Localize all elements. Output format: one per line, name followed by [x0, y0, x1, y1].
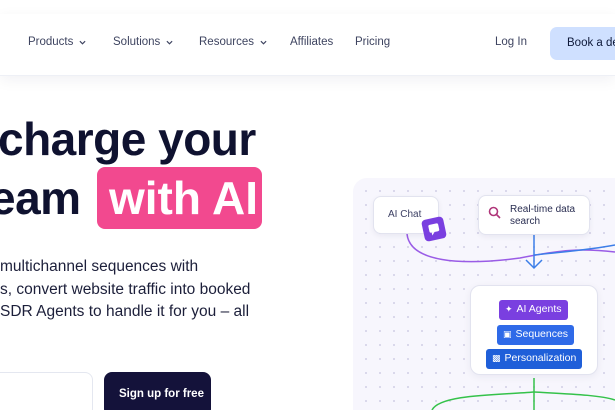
- sequences-label: Sequences: [515, 328, 569, 340]
- ai-agents-chip: ✦ AI Agents: [499, 300, 568, 320]
- search-icon: [488, 206, 501, 219]
- lock-icon: ▣: [503, 329, 512, 339]
- id-card-icon: ▩: [492, 353, 501, 363]
- ai-chat-label: AI Chat: [388, 209, 422, 220]
- chat-bubble-icon: [420, 215, 448, 243]
- personalization-label: Personalization: [504, 352, 577, 364]
- realtime-search-card: Real-time data search: [478, 195, 590, 235]
- sparkle-icon: ✦: [505, 304, 513, 314]
- realtime-search-label: Real-time data search: [510, 204, 576, 227]
- sequences-chip: ▣ Sequences: [497, 325, 575, 345]
- ai-agents-label: AI Agents: [516, 303, 562, 315]
- personalization-chip: ▩ Personalization: [486, 349, 583, 369]
